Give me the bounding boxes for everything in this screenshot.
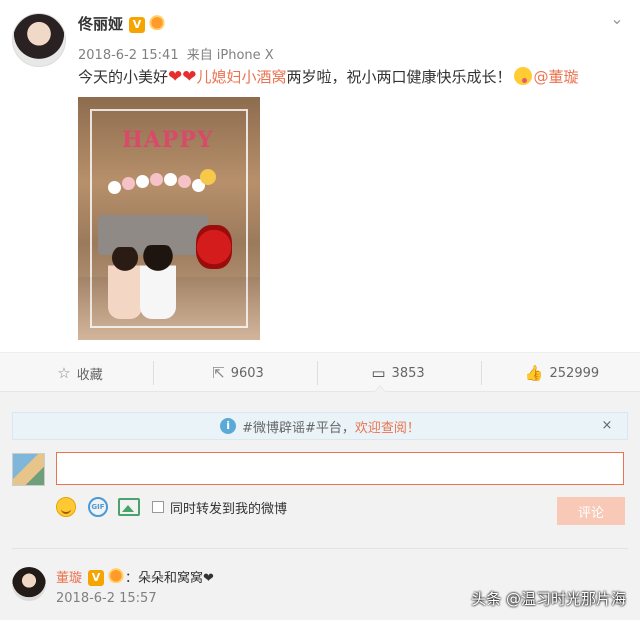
mention-link[interactable]: @董璇: [534, 68, 579, 86]
repost-checkbox-label[interactable]: 同时转发到我的微博: [170, 498, 287, 517]
photo-flowers: [196, 225, 232, 269]
medal-icon: [107, 567, 126, 583]
image-icon[interactable]: [118, 498, 140, 516]
favorite-button[interactable]: ☆ 收藏: [0, 353, 160, 393]
watermark: 头条 @温习时光那片海: [471, 590, 626, 608]
content-text-1: 今天的小美好: [78, 68, 169, 86]
submit-comment-button[interactable]: 评论: [557, 497, 625, 525]
favorite-label: 收藏: [76, 367, 103, 383]
source-prefix: 来自: [186, 48, 213, 63]
action-bar: ☆ 收藏 ⇱ 9603 ▭ 3853 👍 252999: [0, 352, 640, 392]
comment-button[interactable]: ▭ 3853: [318, 353, 478, 393]
balloon: [136, 175, 149, 188]
notice-text: #微博辟谣#平台，: [242, 420, 355, 436]
chevron-down-icon[interactable]: ⌄: [606, 8, 628, 30]
medal-icon: [148, 14, 167, 30]
photo-child-boy: [140, 245, 176, 319]
verified-badge-icon: V: [88, 570, 105, 586]
notice-link[interactable]: 欢迎查阅！: [355, 417, 420, 436]
share-icon: ⇱: [212, 364, 225, 382]
repost-count: 9603: [230, 365, 264, 381]
heart-emoji: ❤❤: [168, 67, 197, 87]
comment-item: 董璇 V ：朵朵和窝窝❤: [56, 567, 214, 586]
comment-text: ：朵朵和窝窝❤: [125, 571, 214, 586]
content-text-2: 两岁啦，祝小两口健康快乐成长！: [286, 68, 512, 86]
photo-banner-text: HAPPY: [122, 127, 214, 153]
comment-input[interactable]: [56, 452, 624, 485]
star-icon: ☆: [57, 364, 71, 382]
balloon: [150, 173, 163, 186]
comment-author[interactable]: 董璇: [56, 571, 82, 586]
comment-icon: ▭: [371, 364, 386, 382]
post-photo[interactable]: HAPPY: [78, 97, 260, 340]
balloon: [200, 169, 216, 185]
my-avatar[interactable]: [12, 453, 45, 486]
compose-toolbar: GIF 同时转发到我的微博: [56, 496, 287, 518]
emoji-icon[interactable]: [56, 497, 76, 517]
author-line: 佟丽娅 V: [78, 13, 167, 34]
divider: [153, 361, 154, 385]
photo-child-girl: [108, 247, 142, 319]
tongue-emoji-icon: [513, 67, 532, 85]
like-count: 252999: [549, 365, 600, 381]
post-meta: 2018-6-2 15:41 来自 iPhone X: [78, 44, 278, 63]
thumbs-up-icon: 👍: [524, 364, 544, 382]
post-content: 今天的小美好❤❤儿媳妇小酒窝两岁啦，祝小两口健康快乐成长！ @董璇: [78, 66, 579, 88]
comment-area: i #微博辟谣#平台， 欢迎查阅！ × GIF 同时转发到我的微博 评论 董璇 V ：…: [0, 392, 640, 620]
comment-avatar[interactable]: [12, 567, 46, 601]
like-button[interactable]: 👍 252999: [482, 353, 640, 393]
comment-count: 3853: [391, 365, 425, 381]
balloon: [122, 177, 135, 190]
author-name[interactable]: 佟丽娅: [78, 15, 123, 33]
verified-badge-icon: V: [129, 17, 146, 33]
balloon: [108, 181, 121, 194]
balloon: [164, 173, 177, 186]
weibo-post: 佟丽娅 V 2018-6-2 15:41 来自 iPhone X ⌄ 今天的小美好❤…: [0, 0, 640, 352]
gif-icon[interactable]: GIF: [88, 497, 108, 517]
comment-divider: [12, 548, 628, 549]
notice-banner: i #微博辟谣#平台， 欢迎查阅！ ×: [12, 412, 628, 440]
close-icon[interactable]: ×: [599, 418, 615, 433]
post-source: iPhone X: [216, 48, 274, 63]
comment-time: 2018-6-2 15:57: [56, 591, 157, 606]
content-highlight-link[interactable]: 儿媳妇小酒窝: [197, 68, 287, 86]
repost-button[interactable]: ⇱ 9603: [158, 353, 318, 393]
post-time[interactable]: 2018-6-2 15:41: [78, 48, 179, 63]
balloon: [178, 175, 191, 188]
info-icon: i: [220, 418, 237, 434]
author-avatar[interactable]: [12, 13, 66, 67]
repost-checkbox[interactable]: [152, 501, 164, 513]
